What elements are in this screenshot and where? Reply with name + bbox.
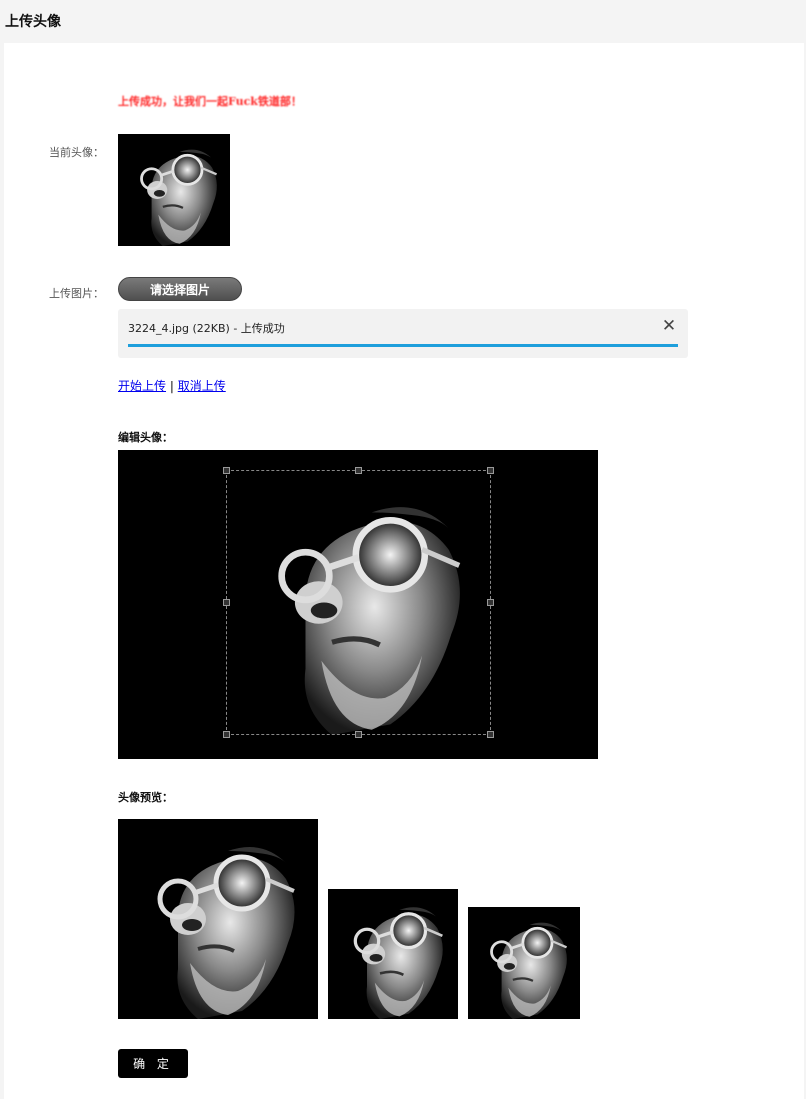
- upload-progress-bar: [128, 344, 678, 347]
- crop-selection[interactable]: [223, 467, 494, 738]
- close-icon[interactable]: ✕: [660, 317, 678, 335]
- crop-handle-left[interactable]: [223, 599, 230, 606]
- upload-actions: 开始上传 | 取消上传: [118, 377, 226, 394]
- current-avatar-image: [118, 134, 230, 246]
- crop-handle-top-left[interactable]: [223, 467, 230, 474]
- start-upload-link[interactable]: 开始上传: [118, 379, 166, 393]
- upload-progress-fill: [128, 344, 678, 347]
- avatar-editor-canvas: [118, 450, 598, 759]
- avatar-preview-large: [118, 819, 318, 1019]
- choose-image-button[interactable]: 请选择图片: [118, 277, 242, 301]
- crop-handle-bottom[interactable]: [355, 731, 362, 738]
- avatar-preview-medium: [328, 889, 458, 1019]
- upload-image-label: 上传图片：: [49, 287, 104, 300]
- upload-file-item: 3224_4.jpg (22KB) - 上传成功 ✕: [118, 309, 688, 358]
- page-title: 上传头像: [5, 14, 61, 30]
- crop-handle-bottom-right[interactable]: [487, 731, 494, 738]
- edit-avatar-label: 编辑头像：: [118, 431, 173, 444]
- cancel-upload-link[interactable]: 取消上传: [178, 379, 226, 393]
- avatar-preview-label: 头像预览：: [118, 791, 173, 804]
- file-name: 3224_4.jpg (22KB) - 上传成功: [128, 322, 285, 335]
- crop-handle-top[interactable]: [355, 467, 362, 474]
- confirm-button[interactable]: 确 定: [118, 1049, 188, 1078]
- crop-handle-top-right[interactable]: [487, 467, 494, 474]
- crop-handle-bottom-left[interactable]: [223, 731, 230, 738]
- current-avatar-label: 当前头像：: [49, 146, 104, 159]
- link-separator: |: [169, 379, 174, 393]
- avatar-preview-small: [468, 907, 580, 1019]
- upload-status-message: 上传成功，让我们一起Fuck铁道部！: [118, 95, 302, 108]
- crop-handle-right[interactable]: [487, 599, 494, 606]
